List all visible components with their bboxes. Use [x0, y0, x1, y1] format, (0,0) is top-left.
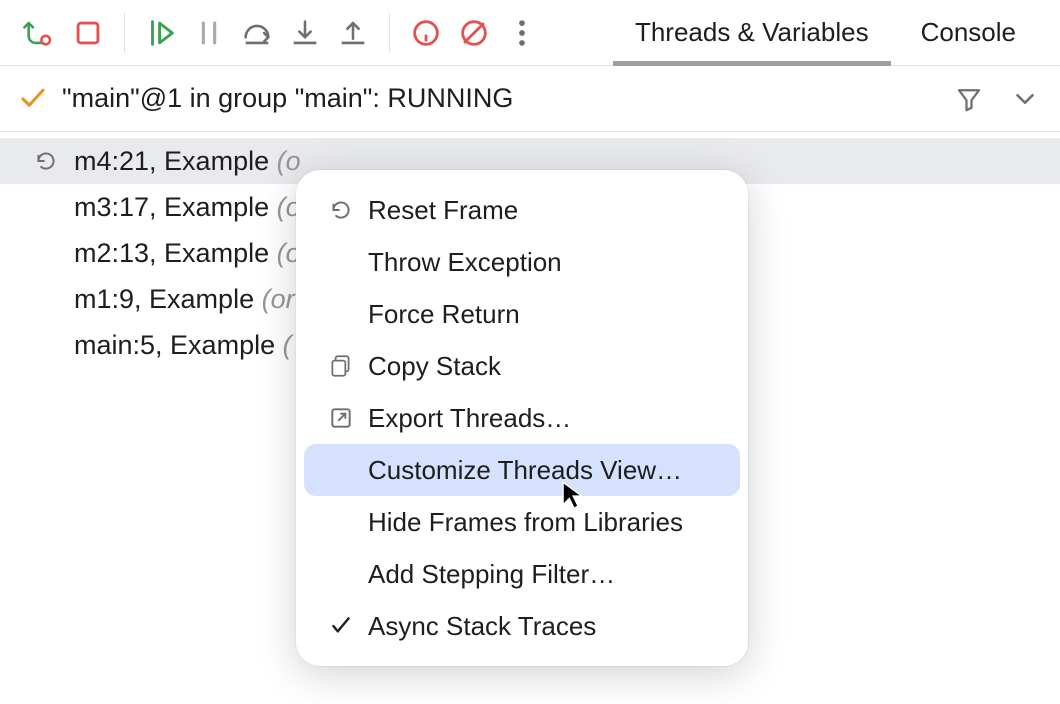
step-out-button[interactable] [331, 11, 375, 55]
step-over-button[interactable] [235, 11, 279, 55]
step-into-button[interactable] [283, 11, 327, 55]
separator [124, 13, 125, 53]
more-button[interactable] [500, 11, 544, 55]
context-menu: Reset Frame Throw Exception Force Return… [296, 170, 748, 666]
tab-label: Console [921, 17, 1016, 48]
thread-status-text: "main"@1 in group "main": RUNNING [62, 83, 513, 114]
tab-console[interactable]: Console [895, 0, 1042, 65]
check-icon [18, 84, 48, 114]
menu-label: Async Stack Traces [368, 611, 596, 642]
frame-text: m2:13, Example (o [74, 238, 301, 269]
tabs: Threads & Variables Console [609, 0, 1042, 65]
pause-button[interactable] [187, 11, 231, 55]
menu-hide-frames[interactable]: Hide Frames from Libraries [304, 496, 740, 548]
menu-label: Add Stepping Filter… [368, 559, 615, 590]
menu-reset-frame[interactable]: Reset Frame [304, 184, 740, 236]
frame-text: m3:17, Example (o [74, 192, 301, 223]
menu-label: Hide Frames from Libraries [368, 507, 683, 538]
tab-threads-variables[interactable]: Threads & Variables [609, 0, 895, 65]
menu-label: Customize Threads View… [368, 455, 682, 486]
mute-breakpoints-button[interactable] [452, 11, 496, 55]
menu-label: Reset Frame [368, 195, 518, 226]
menu-label: Force Return [368, 299, 520, 330]
view-breakpoints-button[interactable] [404, 11, 448, 55]
frame-text: main:5, Example ( [74, 330, 292, 361]
frame-text: m4:21, Example (o [74, 146, 301, 177]
menu-add-stepping-filter[interactable]: Add Stepping Filter… [304, 548, 740, 600]
menu-async-stack-traces[interactable]: Async Stack Traces [304, 600, 740, 652]
menu-label: Export Threads… [368, 403, 571, 434]
thread-status-bar: "main"@1 in group "main": RUNNING [0, 66, 1060, 132]
stop-button[interactable] [66, 11, 110, 55]
menu-export-threads[interactable]: Export Threads… [304, 392, 740, 444]
frame-text: m1:9, Example (or [74, 284, 295, 315]
undo-icon [326, 195, 356, 225]
filter-icon[interactable] [954, 84, 984, 114]
menu-customize-threads-view[interactable]: Customize Threads View… [304, 444, 740, 496]
tab-label: Threads & Variables [635, 17, 869, 48]
rerun-button[interactable] [18, 11, 62, 55]
debug-toolbar: Threads & Variables Console [0, 0, 1060, 66]
menu-label: Throw Exception [368, 247, 562, 278]
check-icon [326, 611, 356, 641]
reset-frame-icon[interactable] [30, 148, 62, 174]
menu-force-return[interactable]: Force Return [304, 288, 740, 340]
copy-icon [326, 351, 356, 381]
chevron-down-icon[interactable] [1010, 84, 1040, 114]
menu-throw-exception[interactable]: Throw Exception [304, 236, 740, 288]
resume-button[interactable] [139, 11, 183, 55]
separator [389, 13, 390, 53]
export-icon [326, 403, 356, 433]
menu-label: Copy Stack [368, 351, 501, 382]
menu-copy-stack[interactable]: Copy Stack [304, 340, 740, 392]
